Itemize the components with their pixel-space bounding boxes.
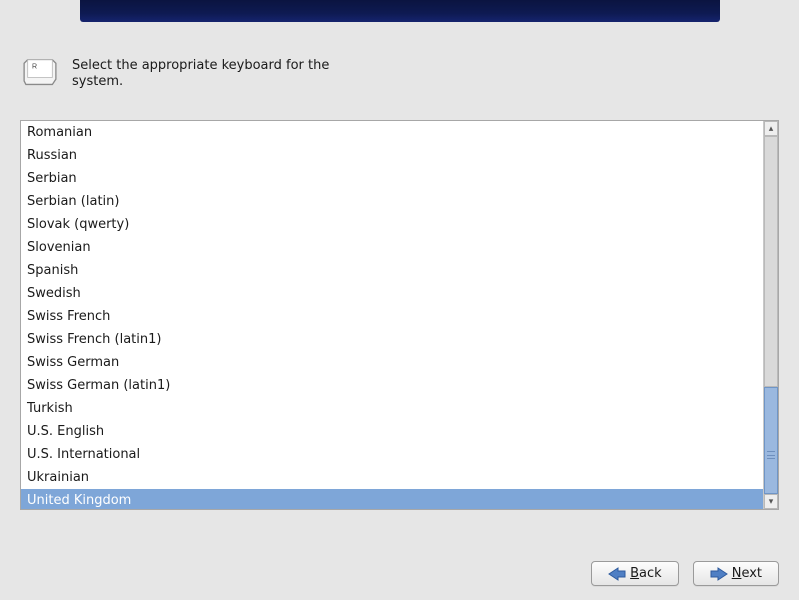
keyboard-option[interactable]: Slovak (qwerty) (21, 213, 763, 236)
scroll-track[interactable] (764, 136, 778, 494)
prompt-row: R Select the appropriate keyboard for th… (22, 58, 352, 91)
keyboard-option[interactable]: Serbian (21, 167, 763, 190)
keyboard-option[interactable]: Spanish (21, 259, 763, 282)
scroll-grip (767, 451, 775, 459)
next-button[interactable]: Next (693, 561, 779, 586)
keyboard-list[interactable]: RomanianRussianSerbianSerbian (latin)Slo… (21, 121, 763, 509)
back-button-label: Back (630, 566, 662, 581)
next-button-label: Next (732, 566, 762, 581)
key-glyph: R (32, 64, 37, 71)
keyboard-option[interactable]: U.S. International (21, 443, 763, 466)
keyboard-option[interactable]: Swedish (21, 282, 763, 305)
installer-keyboard-page: R Select the appropriate keyboard for th… (0, 0, 799, 600)
keyboard-list-frame: RomanianRussianSerbianSerbian (latin)Slo… (20, 120, 779, 510)
back-button[interactable]: Back (591, 561, 679, 586)
arrow-right-icon (710, 567, 728, 581)
keyboard-option[interactable]: Serbian (latin) (21, 190, 763, 213)
arrow-left-icon (608, 567, 626, 581)
keyboard-option[interactable]: Turkish (21, 397, 763, 420)
nav-button-row: Back Next (591, 561, 779, 586)
keyboard-key-icon: R (22, 58, 58, 88)
keyboard-option[interactable]: Slovenian (21, 236, 763, 259)
keyboard-option[interactable]: Swiss French (21, 305, 763, 328)
scroll-thumb-upper[interactable] (764, 136, 778, 387)
scroll-thumb-lower[interactable] (764, 387, 778, 494)
scroll-up-button[interactable]: ▴ (764, 121, 778, 136)
prompt-text: Select the appropriate keyboard for the … (72, 58, 352, 91)
keyboard-option[interactable]: Ukrainian (21, 466, 763, 489)
keyboard-option[interactable]: Swiss German (latin1) (21, 374, 763, 397)
keyboard-option[interactable]: United Kingdom (21, 489, 763, 509)
keyboard-option[interactable]: Swiss German (21, 351, 763, 374)
scrollbar[interactable]: ▴ ▾ (763, 121, 778, 509)
keyboard-option[interactable]: Russian (21, 144, 763, 167)
keyboard-option[interactable]: Romanian (21, 121, 763, 144)
keyboard-option[interactable]: U.S. English (21, 420, 763, 443)
header-banner (80, 0, 720, 22)
scroll-down-button[interactable]: ▾ (764, 494, 778, 509)
keyboard-option[interactable]: Swiss French (latin1) (21, 328, 763, 351)
